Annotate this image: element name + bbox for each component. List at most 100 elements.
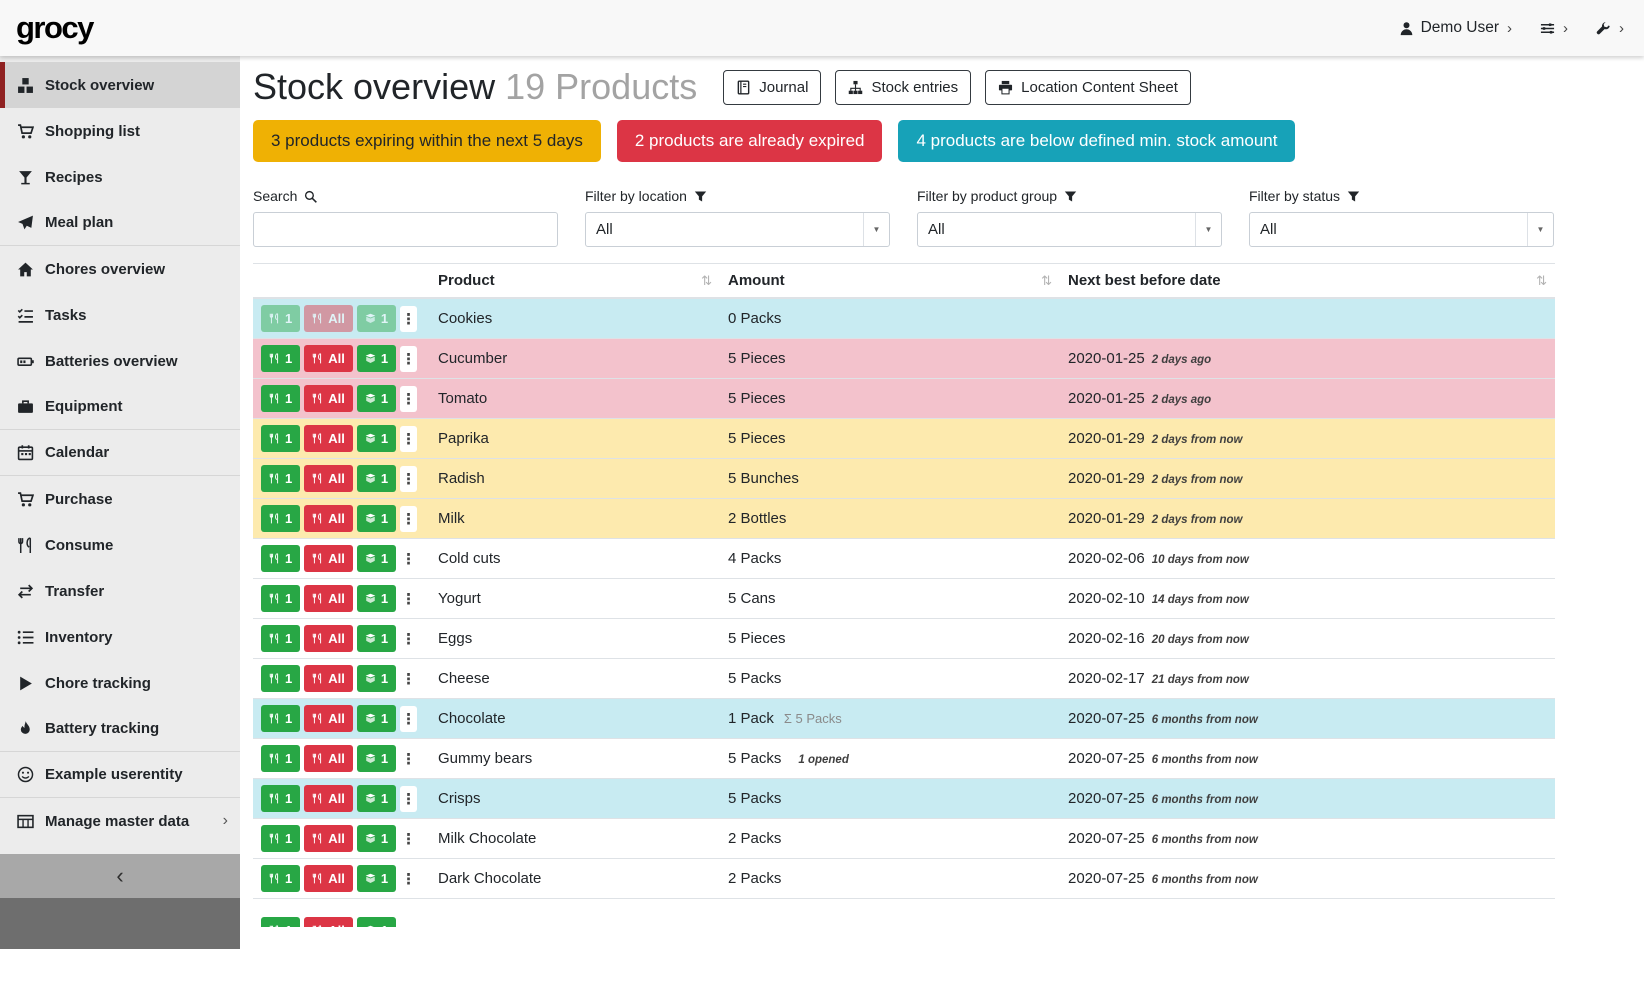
open-one-button[interactable]: 1 [357,385,396,412]
stock-entries-button[interactable]: Stock entries [835,70,971,105]
row-menu-button[interactable]: ⋮ [400,866,417,892]
open-one-button[interactable]: 1 [357,865,396,892]
row-menu-button[interactable]: ⋮ [400,386,417,412]
column-header-date[interactable]: Next best before date⇅ [1060,264,1555,299]
consume-one-button[interactable]: 1 [261,305,300,332]
consume-one-button[interactable]: 1 [261,505,300,532]
open-one-button[interactable]: 1 [357,625,396,652]
row-menu-button[interactable]: ⋮ [400,546,417,572]
sidebar-item-recipes[interactable]: Recipes [0,154,240,200]
product-group-filter-select[interactable]: All▼ [917,212,1222,247]
consume-all-button[interactable]: All [304,917,353,927]
admin-menu[interactable]: › [1596,20,1624,37]
location-filter-select[interactable]: All▼ [585,212,890,247]
consume-all-button[interactable]: All [304,465,353,492]
open-one-button[interactable]: 1 [357,465,396,492]
consume-one-button[interactable]: 1 [261,345,300,372]
consume-one-button[interactable]: 1 [261,917,300,927]
sidebar-item-batteries-overview[interactable]: Batteries overview [0,338,240,384]
sidebar-item-chore-tracking[interactable]: Chore tracking [0,660,240,706]
sidebar-item-shopping-list[interactable]: Shopping list [0,108,240,154]
consume-one-button[interactable]: 1 [261,745,300,772]
row-menu-button[interactable]: ⋮ [400,706,417,732]
open-one-button[interactable]: 1 [357,585,396,612]
open-one-button[interactable]: 1 [357,345,396,372]
column-header-amount[interactable]: Amount⇅ [720,264,1060,299]
consume-one-button[interactable]: 1 [261,865,300,892]
settings-menu[interactable]: › [1540,20,1568,37]
search-input[interactable] [253,212,558,247]
row-menu-button[interactable]: ⋮ [400,746,417,772]
sidebar-item-example-userentity[interactable]: Example userentity [0,752,240,798]
row-menu-button[interactable]: ⋮ [400,666,417,692]
open-one-button[interactable]: 1 [357,545,396,572]
status-filter-select[interactable]: All▼ [1249,212,1554,247]
row-menu-button[interactable]: ⋮ [400,346,417,372]
consume-all-button[interactable]: All [304,505,353,532]
danger-banner[interactable]: 2 products are already expired [617,120,883,162]
info-banner[interactable]: 4 products are below defined min. stock … [898,120,1295,162]
sidebar-item-transfer[interactable]: Transfer [0,568,240,614]
open-one-button[interactable]: 1 [357,785,396,812]
consume-all-button[interactable]: All [304,425,353,452]
consume-one-button[interactable]: 1 [261,825,300,852]
consume-all-button[interactable]: All [304,625,353,652]
consume-one-button[interactable]: 1 [261,465,300,492]
sidebar-item-equipment[interactable]: Equipment [0,384,240,430]
open-one-button[interactable]: 1 [357,917,396,927]
open-one-button[interactable]: 1 [357,425,396,452]
open-one-button[interactable]: 1 [357,745,396,772]
consume-all-button[interactable]: All [304,745,353,772]
column-header-product[interactable]: Product⇅ [430,264,720,299]
warning-banner[interactable]: 3 products expiring within the next 5 da… [253,120,601,162]
consume-all-button[interactable]: All [304,305,353,332]
consume-one-button[interactable]: 1 [261,785,300,812]
consume-all-button[interactable]: All [304,345,353,372]
open-one-button[interactable]: 1 [357,705,396,732]
sidebar-item-manage-master-data[interactable]: Manage master data› [0,798,240,844]
consume-one-button[interactable]: 1 [261,585,300,612]
row-menu-button[interactable]: ⋮ [400,306,417,332]
consume-one-button[interactable]: 1 [261,625,300,652]
sidebar-item-purchase[interactable]: Purchase [0,476,240,522]
consume-all-button[interactable]: All [304,665,353,692]
consume-one-button[interactable]: 1 [261,665,300,692]
consume-all-button[interactable]: All [304,705,353,732]
journal-button[interactable]: Journal [723,70,821,105]
consume-one-button[interactable]: 1 [261,385,300,412]
open-one-button[interactable]: 1 [357,505,396,532]
row-menu-button[interactable]: ⋮ [400,466,417,492]
sidebar-item-calendar[interactable]: Calendar [0,430,240,476]
sort-icon[interactable]: ⇅ [1536,273,1547,289]
row-menu-button[interactable]: ⋮ [400,426,417,452]
row-menu-button[interactable]: ⋮ [400,826,417,852]
consume-all-button[interactable]: All [304,545,353,572]
open-one-button[interactable]: 1 [357,825,396,852]
sidebar-item-meal-plan[interactable]: Meal plan [0,200,240,246]
consume-all-button[interactable]: All [304,785,353,812]
row-menu-button[interactable]: ⋮ [400,626,417,652]
consume-all-button[interactable]: All [304,385,353,412]
consume-one-button[interactable]: 1 [261,705,300,732]
consume-one-button[interactable]: 1 [261,425,300,452]
sidebar-collapse-button[interactable]: ‹ [0,854,240,898]
consume-all-button[interactable]: All [304,865,353,892]
sidebar-item-chores-overview[interactable]: Chores overview [0,246,240,292]
consume-all-button[interactable]: All [304,825,353,852]
consume-all-button[interactable]: All [304,585,353,612]
sidebar-item-inventory[interactable]: Inventory [0,614,240,660]
sidebar-item-battery-tracking[interactable]: Battery tracking [0,706,240,752]
consume-one-button[interactable]: 1 [261,545,300,572]
sidebar-item-consume[interactable]: Consume [0,522,240,568]
app-logo[interactable]: grocy [16,10,93,46]
row-menu-button[interactable]: ⋮ [400,786,417,812]
sort-icon[interactable]: ⇅ [1041,273,1052,289]
open-one-button[interactable]: 1 [357,665,396,692]
location-content-sheet-button[interactable]: Location Content Sheet [985,70,1191,105]
row-menu-button[interactable]: ⋮ [400,586,417,612]
sidebar-item-stock-overview[interactable]: Stock overview [0,62,240,108]
open-one-button[interactable]: 1 [357,305,396,332]
sidebar-item-tasks[interactable]: Tasks [0,292,240,338]
sort-icon[interactable]: ⇅ [701,273,712,289]
user-menu[interactable]: Demo User › [1399,19,1512,37]
